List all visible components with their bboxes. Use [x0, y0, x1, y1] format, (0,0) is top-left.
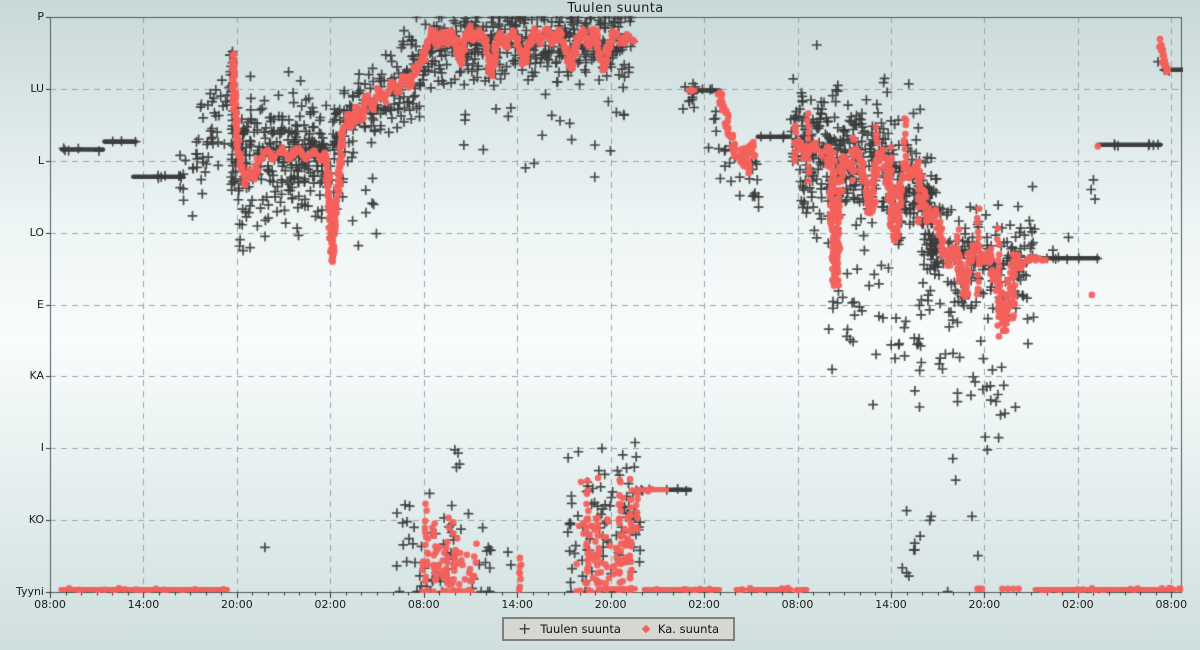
- x-axis-label: 14:00: [863, 598, 919, 611]
- y-axis-label: KO: [0, 513, 44, 526]
- diamond-marker-icon: [642, 625, 650, 633]
- y-axis-label: I: [0, 441, 44, 454]
- x-axis-label: 20:00: [956, 598, 1012, 611]
- x-axis-label: 08:00: [396, 598, 452, 611]
- y-axis-label: LU: [0, 82, 44, 95]
- y-axis-label: LO: [0, 226, 44, 239]
- legend-label-avg: Ka. suunta: [658, 622, 719, 636]
- chart-title: Tuulen suunta: [50, 1, 1181, 16]
- x-axis-label: 02:00: [676, 598, 732, 611]
- y-axis-label: KA: [0, 369, 44, 382]
- chart-canvas: [0, 0, 1200, 650]
- plus-marker-icon: +: [518, 621, 531, 637]
- x-axis-label: 08:00: [1143, 598, 1199, 611]
- y-axis-label: L: [0, 154, 44, 167]
- x-axis-label: 02:00: [1050, 598, 1106, 611]
- x-axis-label: 08:00: [770, 598, 826, 611]
- x-axis-label: 08:00: [22, 598, 78, 611]
- legend-label-wind: Tuulen suunta: [540, 622, 620, 636]
- x-axis-label: 20:00: [583, 598, 639, 611]
- x-axis-label: 02:00: [302, 598, 358, 611]
- wind-direction-chart: Tuulen suunta P LU L LO E KA I KO Tyyni 08:00 14:…: [0, 0, 1200, 650]
- y-axis-label: P: [0, 10, 44, 23]
- x-axis-label: 14:00: [115, 598, 171, 611]
- y-axis-label: E: [0, 298, 44, 311]
- y-axis-label: Tyyni: [0, 585, 44, 598]
- legend: + Tuulen suunta Ka. suunta: [502, 617, 735, 641]
- x-axis-label: 14:00: [489, 598, 545, 611]
- x-axis-label: 20:00: [209, 598, 265, 611]
